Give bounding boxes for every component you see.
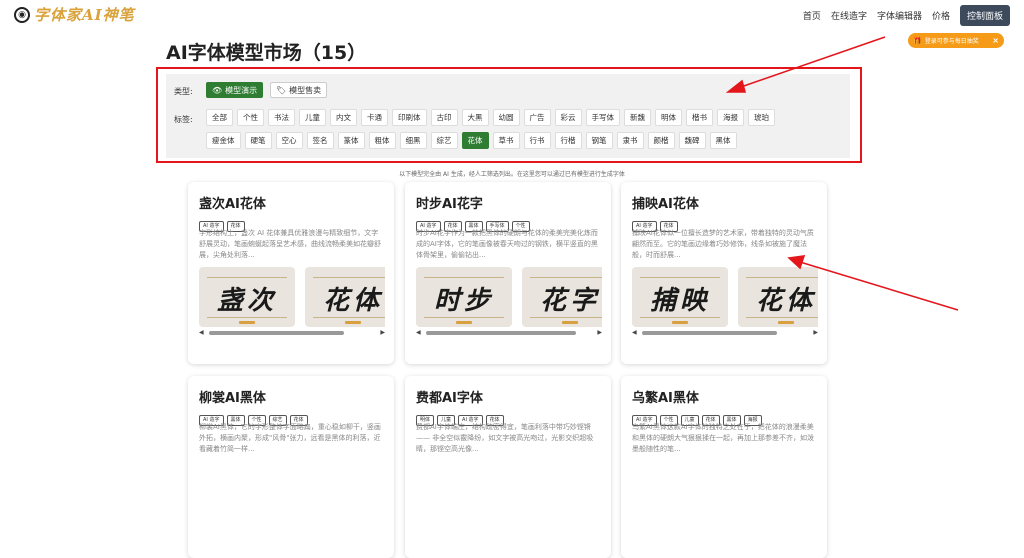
preview-glyphs: 花体 bbox=[755, 286, 816, 316]
preview-rule bbox=[207, 317, 287, 318]
font-preview-image[interactable]: 花字 bbox=[522, 267, 602, 327]
watermark-stamp bbox=[672, 321, 688, 324]
card-description: 捕映AI花体似一位擅长造梦的艺术家，带着独特的灵动气质翩然而至。它的笔画边缘着巧… bbox=[632, 229, 814, 259]
font-preview-image[interactable]: 捕映 bbox=[632, 267, 728, 327]
top-header: ◉ 字体家AI神笔 首页 在线造字 字体编辑器 价格 控制面板 bbox=[0, 0, 1024, 30]
card-description: 时步AI花字作为一款把黑体的硬朗与花体的柔美完美化炼而成的AI字体，它的笔画像被… bbox=[416, 229, 598, 259]
preview-glyphs: 捕映 bbox=[649, 286, 710, 316]
preview-rule bbox=[746, 317, 818, 318]
site-logo[interactable]: ◉ 字体家AI神笔 bbox=[14, 4, 135, 25]
model-card[interactable]: 费都AI字体 明体 儿童 AI 造字 花体 费都AI字体端庄，结构疏密得宜，笔画利落中带巧… bbox=[405, 376, 611, 558]
card-description: 费都AI字体端庄，结构疏密得宜，笔画利落中带巧妙铿锵 —— 非全空似霰降纷，如文… bbox=[416, 423, 594, 453]
scroll-thumb[interactable] bbox=[642, 331, 777, 335]
preview-glyphs: 盏次 bbox=[216, 286, 277, 316]
card-description: 柳裳AI黑体，它的字形整体字面略扁，重心稳如柳干，竖画外拓，横画内聚，形成"风骨… bbox=[199, 423, 381, 453]
preview-rule bbox=[424, 317, 504, 318]
model-card[interactable]: 时步AI花字 AI 造字 花体 黑体 手写体 个性 时步AI花字作为一款把黑体的硬朗与花体的… bbox=[405, 182, 611, 364]
logo-text: 字体家AI神笔 bbox=[34, 6, 135, 24]
preview-rule bbox=[313, 277, 385, 278]
card-title[interactable]: 费都AI字体 bbox=[416, 387, 483, 406]
preview-rule bbox=[530, 277, 602, 278]
font-preview-image[interactable]: 盏次 bbox=[199, 267, 295, 327]
notice-text: 登录可参与每日抽奖 bbox=[924, 38, 979, 45]
preview-glyphs: 花体 bbox=[322, 286, 383, 316]
scroll-left-icon[interactable]: ◀ bbox=[199, 329, 204, 336]
preview-rule bbox=[640, 277, 720, 278]
preview-rule bbox=[207, 277, 287, 278]
nav-pricing[interactable]: 价格 bbox=[932, 9, 950, 22]
scroll-thumb[interactable] bbox=[426, 331, 576, 335]
filter-highlight-box bbox=[156, 67, 862, 163]
card-title[interactable]: 盏次AI花体 bbox=[199, 193, 266, 212]
gift-icon: 🎁 bbox=[913, 36, 922, 45]
watermark-stamp bbox=[456, 321, 472, 324]
preview-rule bbox=[746, 277, 818, 278]
nav-font-editor[interactable]: 字体编辑器 bbox=[877, 9, 922, 22]
font-preview-image[interactable]: 时步 bbox=[416, 267, 512, 327]
preview-rule bbox=[530, 317, 602, 318]
card-description: 字形结构上，盏次 AI 花体兼具优雅浪漫与精致细节，文字舒展灵动，笔画蜿蜒起落呈… bbox=[199, 229, 381, 259]
preview-strip[interactable]: 捕映 花体 bbox=[632, 267, 818, 327]
card-title[interactable]: 捕映AI花体 bbox=[632, 193, 699, 212]
preview-strip[interactable]: 盏次 花体 bbox=[199, 267, 385, 327]
subnote: 以下模型完全由 AI 生成，经人工筛选列出。在这里您可以通过已有模型进行生成字体 bbox=[399, 171, 625, 178]
watermark-stamp bbox=[778, 321, 794, 324]
close-icon[interactable]: × bbox=[992, 36, 999, 45]
preview-rule bbox=[424, 277, 504, 278]
watermark-stamp bbox=[562, 321, 578, 324]
scroll-left-icon[interactable]: ◀ bbox=[416, 329, 421, 336]
scroll-thumb[interactable] bbox=[209, 331, 344, 335]
card-description: 乌繁AI黑体这款AI字体的独特之处在于，把花体的浪漫柔美和黑体的硬朗大气狠狠揉在… bbox=[632, 423, 814, 453]
watermark-stamp bbox=[239, 321, 255, 324]
scroll-right-icon[interactable]: ▶ bbox=[813, 329, 818, 336]
model-card[interactable]: 盏次AI花体 AI 造字 花体 字形结构上，盏次 AI 花体兼具优雅浪漫与精致细节，文… bbox=[188, 182, 394, 364]
model-card[interactable]: 捕映AI花体 AI 造字 花体 捕映AI花体似一位擅长造梦的艺术家，带着独特的灵动气质… bbox=[621, 182, 827, 364]
logo-icon: ◉ bbox=[14, 6, 30, 23]
model-card[interactable]: 柳裳AI黑体 AI 造字 黑体 个性 综艺 花体 柳裳AI黑体，它的字形整体字面略扁，重心稳… bbox=[188, 376, 394, 558]
scroll-right-icon[interactable]: ▶ bbox=[597, 329, 602, 336]
card-title[interactable]: 乌繁AI黑体 bbox=[632, 387, 699, 406]
preview-scrollbar[interactable]: ◀ ▶ bbox=[632, 329, 818, 336]
watermark-stamp bbox=[345, 321, 361, 324]
scroll-left-icon[interactable]: ◀ bbox=[632, 329, 637, 336]
card-title[interactable]: 柳裳AI黑体 bbox=[199, 387, 266, 406]
model-card[interactable]: 乌繁AI黑体 AI 造字 个性 儿童 花体 黑体 海报 乌繁AI黑体这款AI字体的独特之处在于… bbox=[621, 376, 827, 558]
nav-online-create[interactable]: 在线造字 bbox=[831, 9, 867, 22]
preview-rule bbox=[640, 317, 720, 318]
preview-scrollbar[interactable]: ◀ ▶ bbox=[199, 329, 385, 336]
preview-strip[interactable]: 时步 花字 bbox=[416, 267, 602, 327]
nav-home[interactable]: 首页 bbox=[803, 9, 821, 22]
lottery-notice[interactable]: 🎁 登录可参与每日抽奖 × bbox=[908, 33, 1004, 48]
font-preview-image[interactable]: 花体 bbox=[305, 267, 385, 327]
preview-scrollbar[interactable]: ◀ ▶ bbox=[416, 329, 602, 336]
page-title: AI字体模型市场（15） bbox=[166, 42, 367, 64]
preview-rule bbox=[313, 317, 385, 318]
preview-glyphs: 时步 bbox=[433, 286, 494, 316]
scroll-right-icon[interactable]: ▶ bbox=[380, 329, 385, 336]
card-title[interactable]: 时步AI花字 bbox=[416, 193, 483, 212]
font-preview-image[interactable]: 花体 bbox=[738, 267, 818, 327]
main-nav: 首页 在线造字 字体编辑器 价格 控制面板 bbox=[793, 5, 1010, 26]
dashboard-button[interactable]: 控制面板 bbox=[959, 5, 1010, 26]
preview-glyphs: 花字 bbox=[539, 286, 600, 316]
